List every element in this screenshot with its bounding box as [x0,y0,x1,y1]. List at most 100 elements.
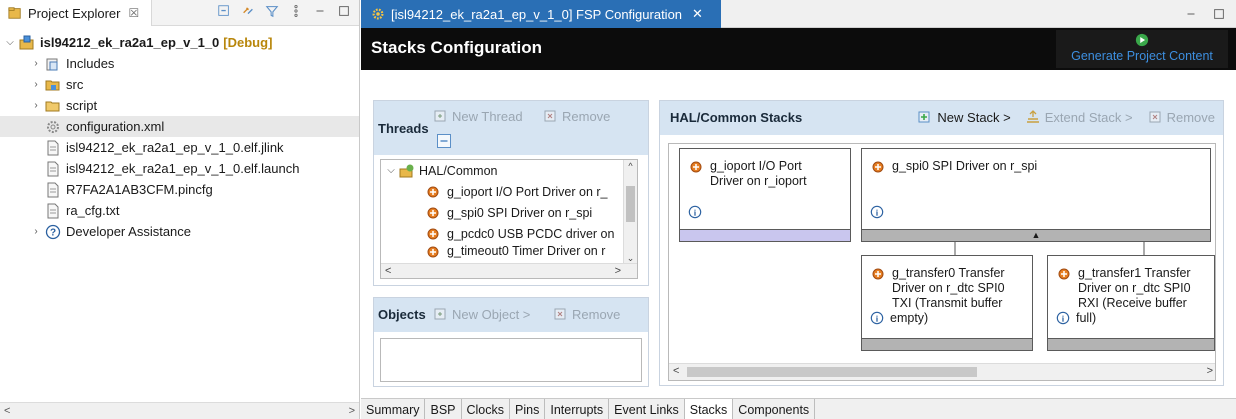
tree-item-includes[interactable]: › Includes [0,53,359,74]
tree-item-src[interactable]: › src [0,74,359,95]
tab-clocks[interactable]: Clocks [461,399,511,419]
thread-item-timeout0[interactable]: g_timeout0 Timer Driver on r [381,244,637,258]
module-line: TXI (Transmit buffer [892,296,1003,310]
close-icon[interactable]: ✕ [692,6,703,22]
module-text: g_ioport I/O Port Driver on r_ioport [688,159,807,189]
tab-event-links[interactable]: Event Links [609,399,685,419]
info-icon[interactable]: i [688,205,702,219]
thread-item-ioport[interactable]: g_ioport I/O Port Driver on r_ [381,181,637,202]
generate-project-content-button[interactable]: Generate Project Content [1056,30,1228,68]
tab-components[interactable]: Components [733,399,816,419]
tree-item-jlink[interactable]: isl94212_ek_ra2a1_ep_v_1_0.elf.jlink [0,137,359,158]
help-circle-icon: ? [45,224,61,239]
remove-thread-button[interactable]: Remove [542,108,610,124]
project-explorer-tab[interactable]: Project Explorer ☒ [0,0,152,26]
editor-tab-fsp-configuration[interactable]: [isl94212_ek_ra2a1_ep_v_1_0] FSP Configu… [361,0,721,28]
scroll-right-icon[interactable]: > [1207,365,1213,377]
minimize-icon[interactable] [1184,7,1198,21]
collapse-all-icon[interactable] [436,133,452,149]
scrollbar-thumb[interactable] [687,367,977,377]
tab-stacks[interactable]: Stacks [684,399,734,419]
thread-item-label: g_spi0 SPI Driver on r_spi [447,205,593,220]
chevron-right-icon[interactable]: › [30,100,42,111]
tree-item-script[interactable]: › script [0,95,359,116]
info-icon[interactable]: i [870,311,884,325]
chevron-right-icon[interactable]: › [30,79,42,90]
thread-item-label: g_pcdc0 USB PCDC driver on [447,226,615,241]
new-stack-icon [918,111,930,123]
tree-item-pincfg[interactable]: R7FA2A1AB3CFM.pincfg [0,179,359,200]
tree-item-developer-assistance[interactable]: › ? Developer Assistance [0,221,359,242]
includes-icon [46,58,58,70]
minimize-icon[interactable] [313,4,327,18]
module-g-transfer0[interactable]: g_transfer0 Transfer Driver on r_dtc SPI… [861,255,1033,351]
scroll-left-icon[interactable]: < [385,265,391,277]
module-g-ioport[interactable]: g_ioport I/O Port Driver on r_ioport i [679,148,851,242]
scrollbar-thumb[interactable] [626,186,635,222]
remove-thread-label: Remove [562,108,611,124]
module-g-transfer1[interactable]: g_transfer1 Transfer Driver on r_dtc SPI… [1047,255,1215,351]
new-thread-button[interactable]: New Thread [432,108,523,124]
module-icon [427,246,439,258]
tab-interrupts[interactable]: Interrupts [545,399,610,419]
project-root-row[interactable]: ⌵ isl94212_ek_ra2a1_ep_v_1_0 [Debug] [0,32,359,53]
tab-pins[interactable]: Pins [510,399,546,419]
tree-item-launch[interactable]: isl94212_ek_ra2a1_ep_v_1_0.elf.launch [0,158,359,179]
tree-item-ra-cfg[interactable]: ra_cfg.txt [0,200,359,221]
chevron-down-icon[interactable]: ⌵ [385,165,397,176]
filter-icon[interactable] [265,4,279,18]
stacks-horizontal-scrollbar[interactable]: < > [669,363,1215,380]
chevron-right-icon[interactable]: › [30,226,42,237]
link-with-editor-icon[interactable] [241,4,255,18]
module-icon [1058,268,1070,280]
scroll-left-icon[interactable]: < [4,405,10,417]
scroll-left-icon[interactable]: < [673,365,679,377]
remove-object-button[interactable]: Remove [552,306,620,322]
folder-icon [45,101,60,111]
objects-panel: Objects New Object > Remove [373,297,649,387]
extend-stack-label: Extend Stack > [1044,109,1133,125]
module-text: g_transfer1 Transfer Driver on r_dtc SPI… [1056,266,1191,311]
thread-item-label: g_ioport I/O Port Driver on r_ [447,184,608,199]
remove-icon [1149,111,1161,123]
objects-list[interactable] [380,338,642,382]
hal-stacks-toolbar: New Stack > Extend Stack > Remove [913,109,1215,125]
close-icon[interactable]: ☒ [128,6,139,20]
module-line: g_spi0 SPI Driver on r_spi [892,159,1038,173]
scroll-up-icon[interactable]: ^ [624,160,637,172]
thread-group-hal-common[interactable]: ⌵ HAL/Common [381,160,637,181]
maximize-icon[interactable] [1212,7,1226,21]
threads-vertical-scrollbar[interactable]: ^ ⌄ [623,160,637,264]
view-menu-icon[interactable] [289,4,303,18]
info-icon[interactable]: i [870,205,884,219]
editor-tab-label: [isl94212_ek_ra2a1_ep_v_1_0] FSP Configu… [391,6,683,22]
scroll-right-icon[interactable]: > [349,405,355,417]
thread-item-spi0[interactable]: g_spi0 SPI Driver on r_spi [381,202,637,223]
collapse-all-icon[interactable] [217,4,231,18]
extend-stack-button[interactable]: Extend Stack > [1025,109,1133,125]
module-g-spi0[interactable]: g_spi0 SPI Driver on r_spi i ▲ [861,148,1211,242]
new-stack-button[interactable]: New Stack > [913,109,1011,125]
threads-horizontal-scrollbar[interactable]: < > [381,263,637,278]
tree-item-label: configuration.xml [66,119,165,134]
chevron-down-icon[interactable]: ⌵ [4,37,16,48]
remove-stack-button[interactable]: Remove [1147,109,1215,125]
maximize-icon[interactable] [337,4,351,18]
horizontal-scrollbar[interactable]: < > [0,402,359,419]
collapse-dependencies-bar[interactable]: ▲ [862,229,1210,241]
file-icon [47,140,59,155]
hal-stacks-title: HAL/Common Stacks [670,110,803,125]
tree-item-configuration-xml[interactable]: configuration.xml [0,116,359,137]
new-object-button[interactable]: New Object > [432,306,530,322]
editor-tabbar: [isl94212_ek_ra2a1_ep_v_1_0] FSP Configu… [361,0,1236,28]
thread-item-pcdc0[interactable]: g_pcdc0 USB PCDC driver on [381,223,637,244]
stacks-canvas[interactable]: g_ioport I/O Port Driver on r_ioport i g… [668,143,1216,381]
info-icon[interactable]: i [1056,311,1070,325]
new-thread-label: New Thread [452,108,523,124]
tree-item-label: isl94212_ek_ra2a1_ep_v_1_0.elf.launch [66,161,300,176]
chevron-right-icon[interactable]: › [30,58,42,69]
tab-bsp[interactable]: BSP [425,399,462,419]
scroll-right-icon[interactable]: > [615,265,621,277]
threads-title: Threads [378,121,429,136]
tab-summary[interactable]: Summary [361,399,426,419]
